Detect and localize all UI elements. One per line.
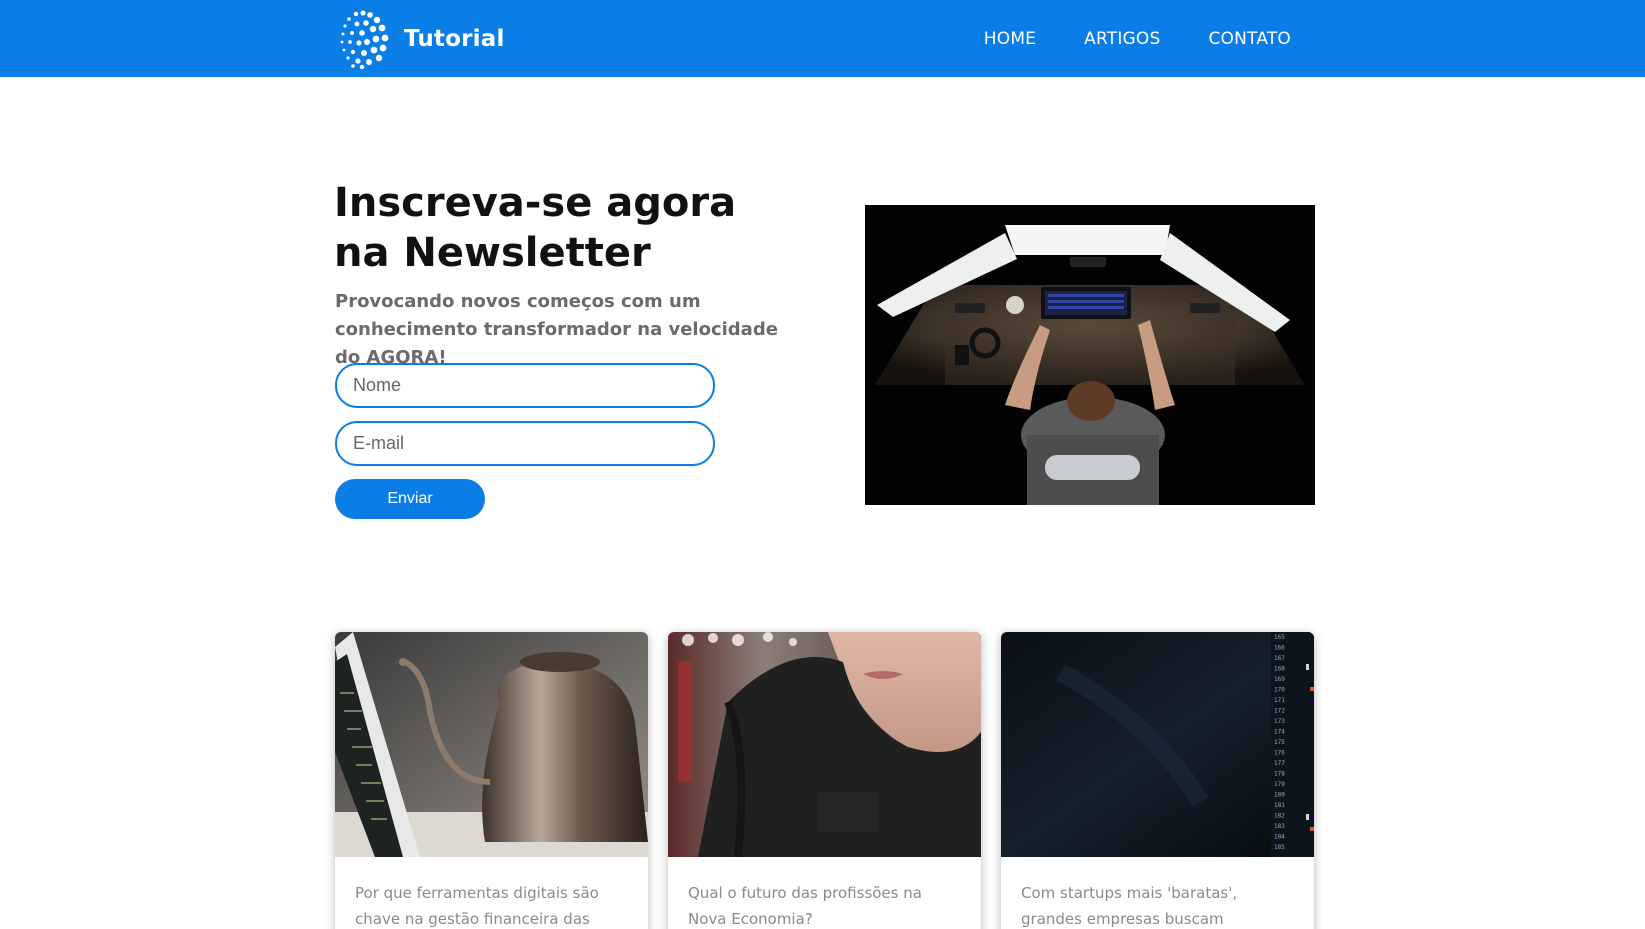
- article-card[interactable]: 165 166 167 168 169 170 171 172 173 174 …: [1001, 632, 1314, 929]
- main-nav: HOME ARTIGOS CONTATO: [984, 0, 1291, 77]
- article-cards: Por que ferramentas digitais são chave n…: [335, 632, 1315, 929]
- article-title[interactable]: Com startups mais 'baratas', grandes emp…: [1001, 857, 1314, 929]
- kettle-laptop-photo: [335, 632, 648, 857]
- brand-name: Tutorial: [404, 26, 505, 52]
- code-line-number: 171: [1274, 697, 1285, 704]
- code-line-number: 170: [1274, 687, 1285, 694]
- code-line-number: 165: [1274, 634, 1285, 641]
- person-portrait-photo: [668, 632, 981, 857]
- name-input[interactable]: [335, 363, 715, 408]
- nav-home-link[interactable]: HOME: [984, 29, 1036, 49]
- code-line-number: 166: [1274, 645, 1285, 652]
- code-line-number: 177: [1274, 760, 1285, 767]
- code-line-number: 168: [1274, 666, 1285, 673]
- article-title[interactable]: Qual o futuro das profissões na Nova Eco…: [668, 857, 981, 929]
- code-line-number: 183: [1274, 823, 1285, 830]
- newsletter-heading: Inscreva-se agora na Newsletter: [334, 178, 854, 278]
- desk-workstation-photo: [865, 205, 1315, 505]
- newsletter-subtitle: Provocando novos começos com um conhecim…: [335, 291, 778, 368]
- dots-logo-icon: [340, 10, 389, 70]
- heading-line-1: Inscreva-se agora: [334, 180, 737, 226]
- nav-articles-link[interactable]: ARTIGOS: [1084, 29, 1160, 49]
- code-line-number: 180: [1274, 792, 1285, 799]
- code-line-number: 175: [1274, 739, 1285, 746]
- code-line-number: 184: [1274, 834, 1285, 841]
- code-line-number: 181: [1274, 802, 1285, 809]
- article-title[interactable]: Por que ferramentas digitais são chave n…: [335, 857, 648, 929]
- code-line-number: 182: [1274, 813, 1285, 820]
- brand-home-link[interactable]: Tutorial: [336, 8, 505, 70]
- code-line-number: 173: [1274, 718, 1285, 725]
- heading-line-2: na Newsletter: [334, 230, 651, 276]
- code-line-number: 185: [1274, 844, 1285, 851]
- top-navigation-bar: Tutorial HOME ARTIGOS CONTATO: [0, 0, 1645, 77]
- code-line-number: 176: [1274, 750, 1285, 757]
- code-line-number: 174: [1274, 729, 1285, 736]
- email-input[interactable]: [335, 421, 715, 466]
- code-line-number: 169: [1274, 676, 1285, 683]
- code-line-number: 167: [1274, 655, 1285, 662]
- nav-contact-link[interactable]: CONTATO: [1208, 29, 1291, 49]
- code-line-number: 172: [1274, 708, 1285, 715]
- code-line-number: 179: [1274, 781, 1285, 788]
- article-card[interactable]: Qual o futuro das profissões na Nova Eco…: [668, 632, 981, 929]
- article-card[interactable]: Por que ferramentas digitais são chave n…: [335, 632, 648, 929]
- submit-button[interactable]: Enviar: [335, 479, 485, 519]
- code-line-number: 178: [1274, 771, 1285, 778]
- code-editor-photo: 165 166 167 168 169 170 171 172 173 174 …: [1001, 632, 1314, 857]
